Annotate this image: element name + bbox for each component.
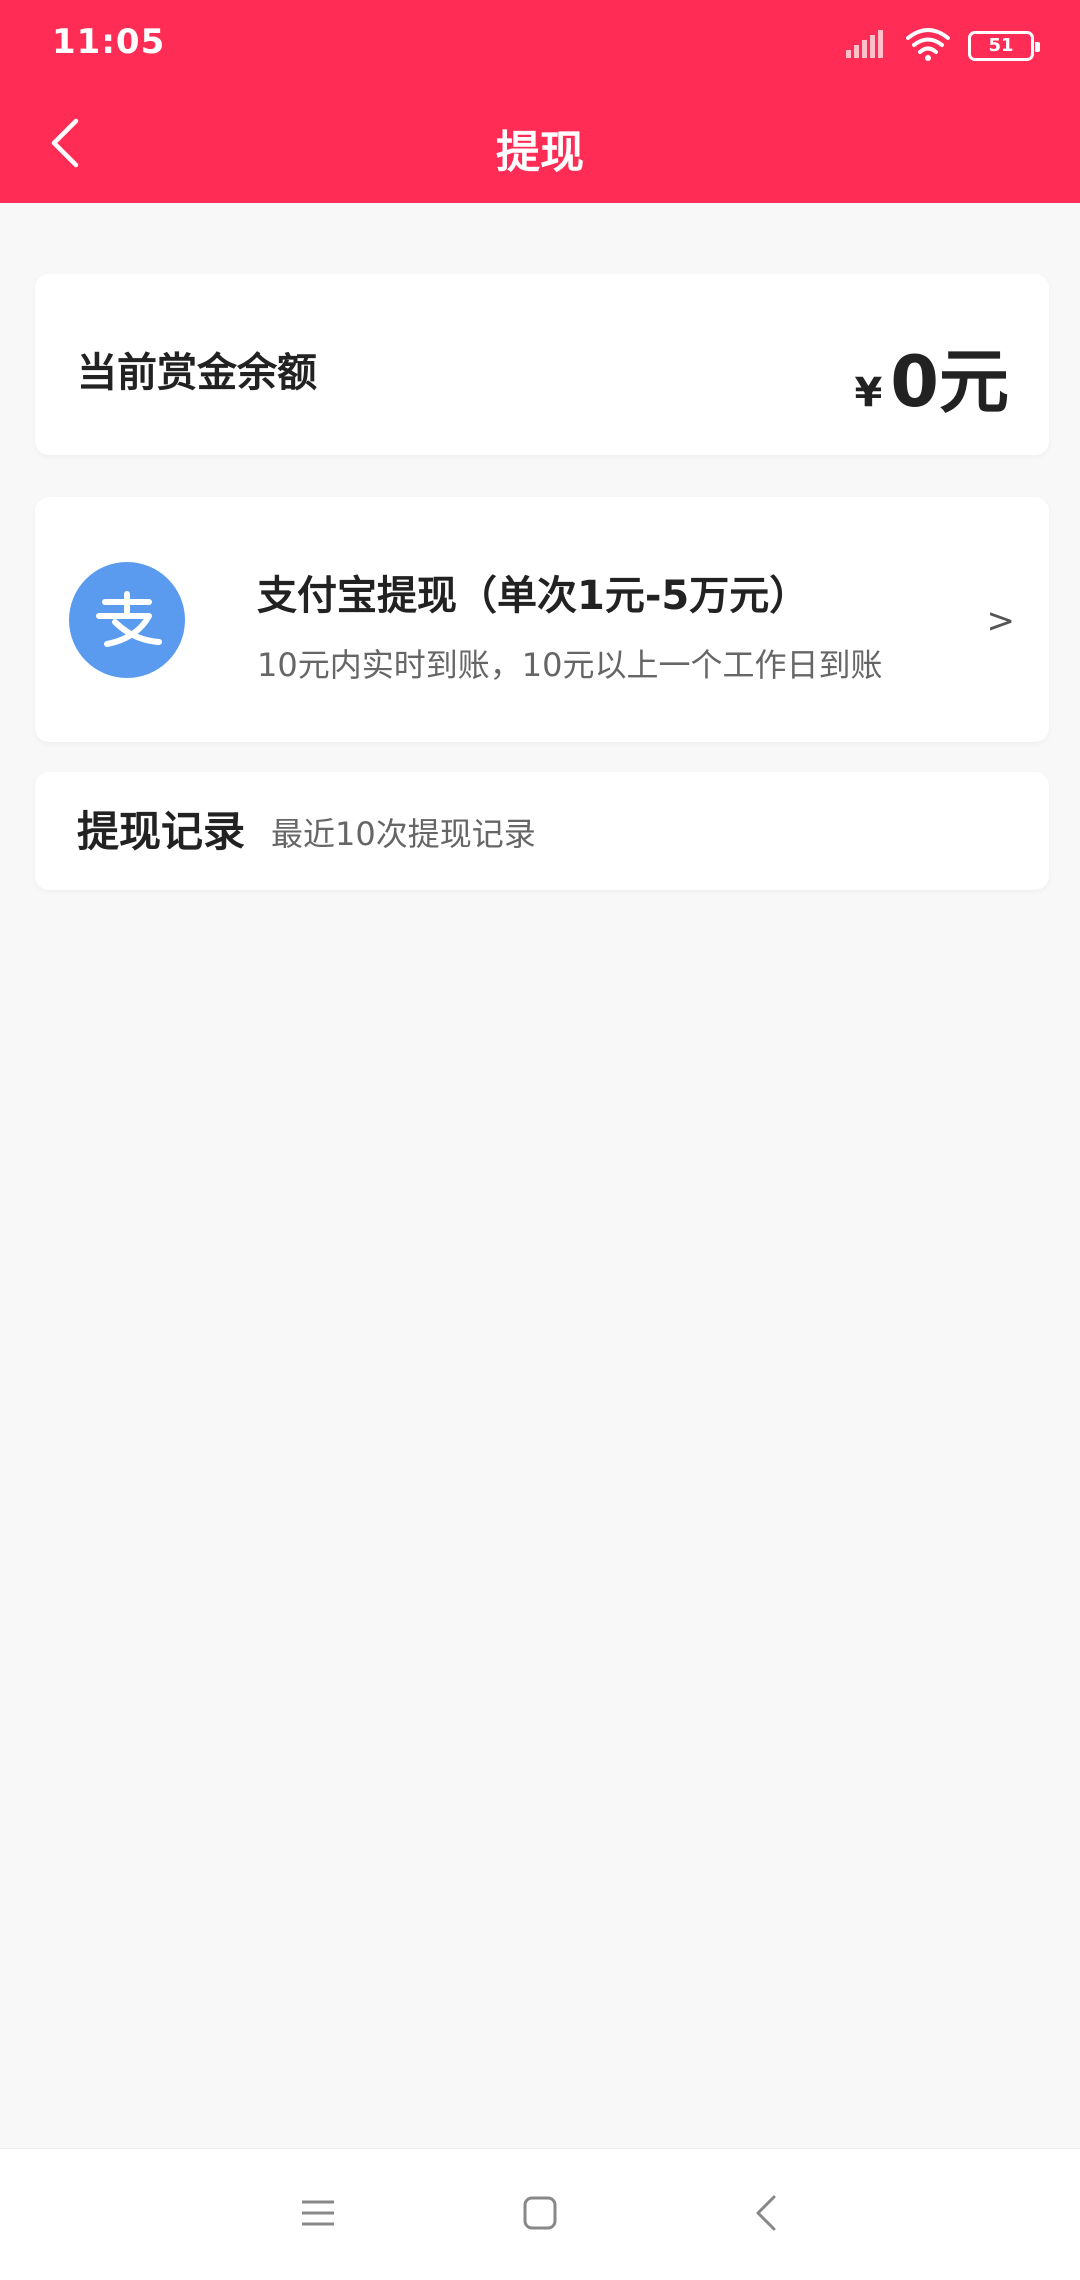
records-title: 提现记录 <box>77 807 246 856</box>
withdraw-records-entry[interactable]: 提现记录 最近10次提现记录 <box>35 772 1049 890</box>
alipay-withdraw-option[interactable]: 支付宝提现（单次1元-5万元） 10元内实时到账，10元以上一个工作日到账 > <box>35 497 1049 742</box>
balance-card: 当前赏金余额 ¥ 0元 <box>35 274 1049 455</box>
battery-level: 51 <box>988 35 1014 56</box>
status-time: 11:05 <box>52 22 166 62</box>
balance-value: 0元 <box>890 341 1009 423</box>
menu-icon <box>300 2198 336 2232</box>
records-subtitle: 最近10次提现记录 <box>271 815 536 853</box>
home-button[interactable] <box>510 2185 570 2245</box>
signal-icon <box>846 30 888 62</box>
alipay-description: 10元内实时到账，10元以上一个工作日到账 <box>257 646 883 684</box>
system-nav-bar <box>0 2148 1080 2280</box>
currency-symbol: ¥ <box>854 370 883 416</box>
system-back-button[interactable] <box>736 2185 796 2245</box>
back-icon <box>754 2194 778 2236</box>
page-title: 提现 <box>496 127 584 178</box>
menu-button[interactable] <box>288 2185 348 2245</box>
header: 11:05 51 提现 <box>0 0 1080 203</box>
balance-amount: ¥ 0元 <box>854 326 1009 427</box>
home-icon <box>522 2195 558 2235</box>
chevron-right-icon: > <box>986 601 1016 641</box>
wifi-icon <box>906 27 950 65</box>
withdraw-page: 11:05 51 提现 当前赏金余额 ¥ 0元 支付宝提现（单次1元-5万元） … <box>0 0 1080 2280</box>
title-bar: 提现 <box>0 88 1080 203</box>
status-bar: 11:05 51 <box>0 0 1080 88</box>
alipay-title: 支付宝提现（单次1元-5万元） <box>257 573 810 619</box>
battery-icon: 51 <box>968 31 1040 61</box>
balance-label: 当前赏金余额 <box>77 350 317 396</box>
status-icons: 51 <box>846 26 1040 66</box>
alipay-icon <box>69 562 185 678</box>
